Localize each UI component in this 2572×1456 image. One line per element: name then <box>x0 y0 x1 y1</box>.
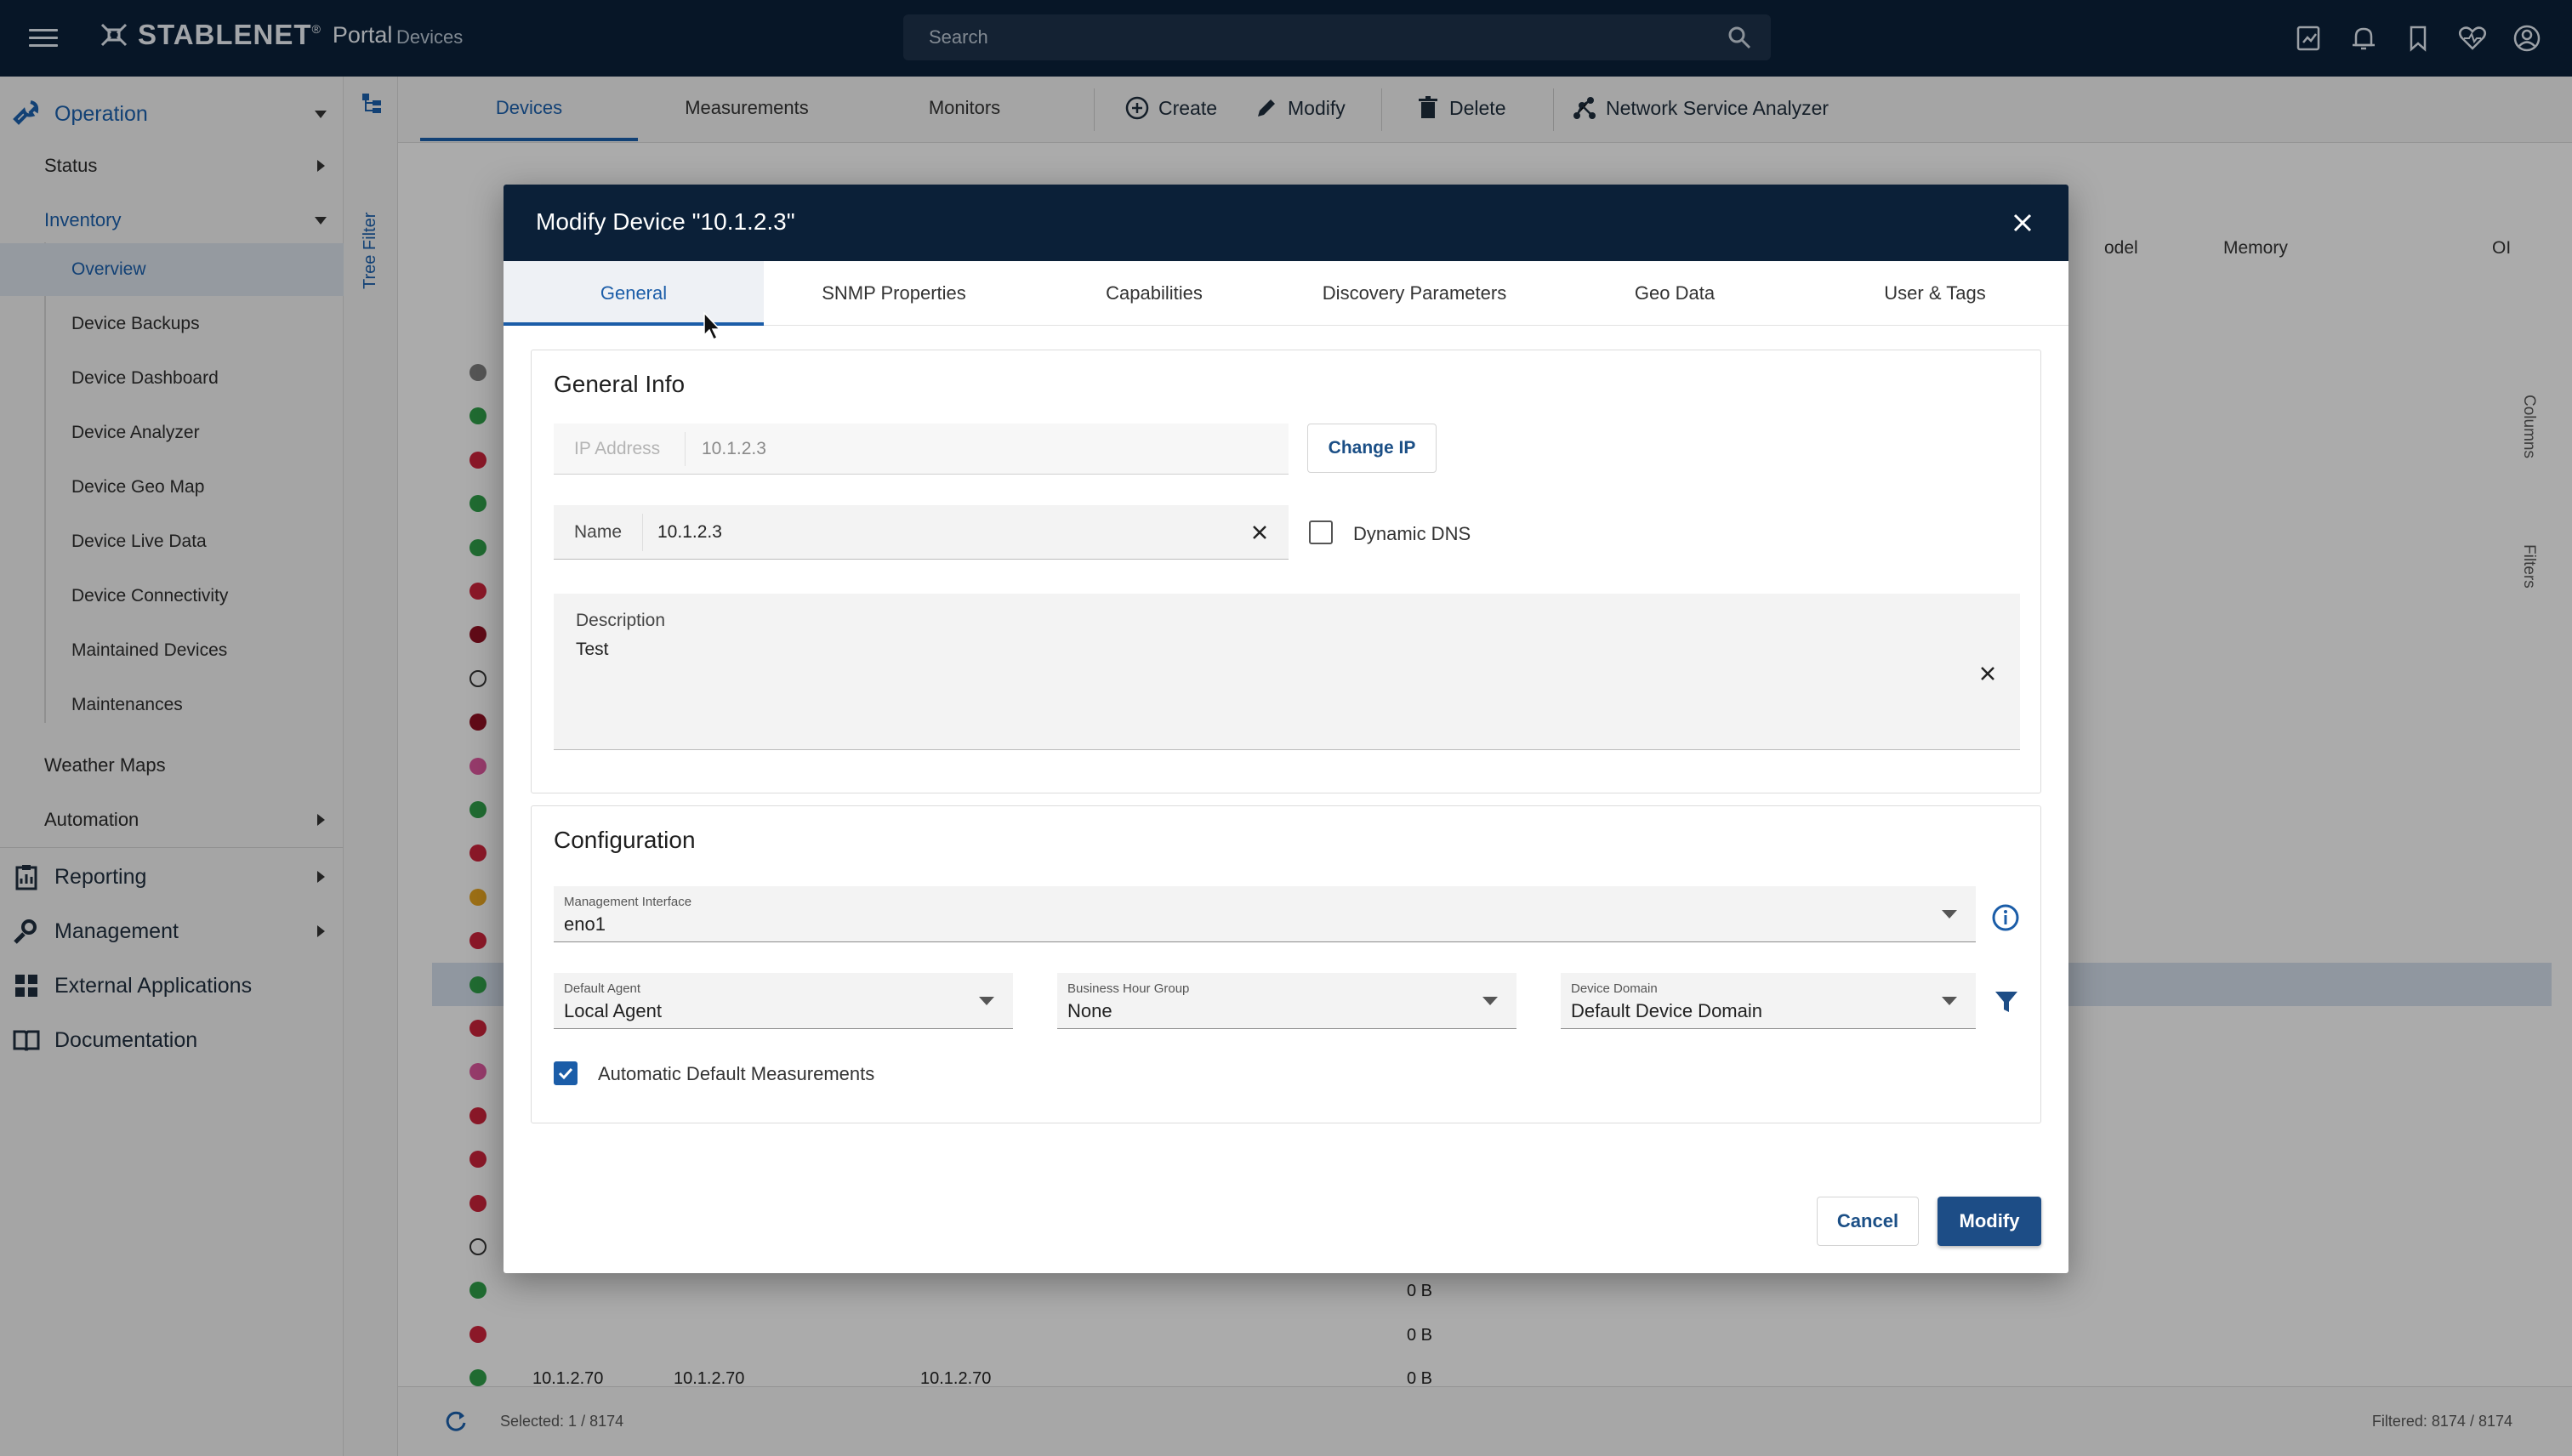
active-tab-indicator <box>504 322 764 326</box>
tab-general[interactable]: General <box>504 261 764 326</box>
automatic-default-measurements-label[interactable]: Automatic Default Measurements <box>598 1063 874 1085</box>
ip-address-field: IP Address 10.1.2.3 <box>554 424 1289 475</box>
change-ip-button[interactable]: Change IP <box>1307 424 1437 473</box>
device-domain-select[interactable]: Device Domain Default Device Domain <box>1561 973 1976 1029</box>
mouse-cursor-icon <box>703 311 721 341</box>
modify-device-dialog: Modify Device "10.1.2.3" General SNMP Pr… <box>504 185 2068 1273</box>
clear-description-icon[interactable] <box>1979 665 1996 682</box>
general-info-card: General Info IP Address 10.1.2.3 Change … <box>531 350 2041 793</box>
tab-geo-data[interactable]: Geo Data <box>1545 261 1805 326</box>
dynamic-dns-checkbox[interactable] <box>1309 520 1333 544</box>
name-field[interactable]: Name <box>554 505 1289 560</box>
tab-capabilities[interactable]: Capabilities <box>1024 261 1284 326</box>
tab-snmp-properties[interactable]: SNMP Properties <box>764 261 1024 326</box>
configuration-title: Configuration <box>554 827 696 853</box>
modify-submit-button[interactable]: Modify <box>1938 1197 2041 1246</box>
management-interface-select[interactable]: Management Interface eno1 <box>554 886 1976 942</box>
cancel-button[interactable]: Cancel <box>1817 1197 1919 1246</box>
business-hour-group-select[interactable]: Business Hour Group None <box>1057 973 1516 1029</box>
tab-discovery-parameters[interactable]: Discovery Parameters <box>1284 261 1545 326</box>
dropdown-arrow-icon <box>1482 997 1498 1005</box>
clear-name-icon[interactable] <box>1251 524 1268 541</box>
general-info-title: General Info <box>554 371 686 397</box>
ip-address-value: 10.1.2.3 <box>702 439 766 458</box>
dropdown-arrow-icon <box>1942 910 1957 919</box>
tab-user-tags[interactable]: User & Tags <box>1805 261 2065 326</box>
description-field[interactable]: Description Test <box>554 594 2020 750</box>
dynamic-dns-label[interactable]: Dynamic DNS <box>1353 523 1471 545</box>
checkmark-icon <box>558 1067 573 1080</box>
info-icon[interactable] <box>1991 903 2020 932</box>
dialog-header: Modify Device "10.1.2.3" <box>504 185 2068 261</box>
automatic-default-measurements-checkbox[interactable] <box>554 1061 578 1085</box>
close-icon[interactable] <box>2007 208 2038 238</box>
default-agent-select[interactable]: Default Agent Local Agent <box>554 973 1013 1029</box>
name-input[interactable] <box>657 515 1236 549</box>
configuration-card: Configuration Management Interface eno1 … <box>531 805 2041 1123</box>
filter-icon[interactable] <box>1993 988 2020 1015</box>
description-textarea[interactable]: Test <box>576 640 1937 733</box>
dialog-title: Modify Device "10.1.2.3" <box>536 208 795 235</box>
dropdown-arrow-icon <box>979 997 994 1005</box>
dialog-tabs: General SNMP Properties Capabilities Dis… <box>504 261 2068 326</box>
dropdown-arrow-icon <box>1942 997 1957 1005</box>
